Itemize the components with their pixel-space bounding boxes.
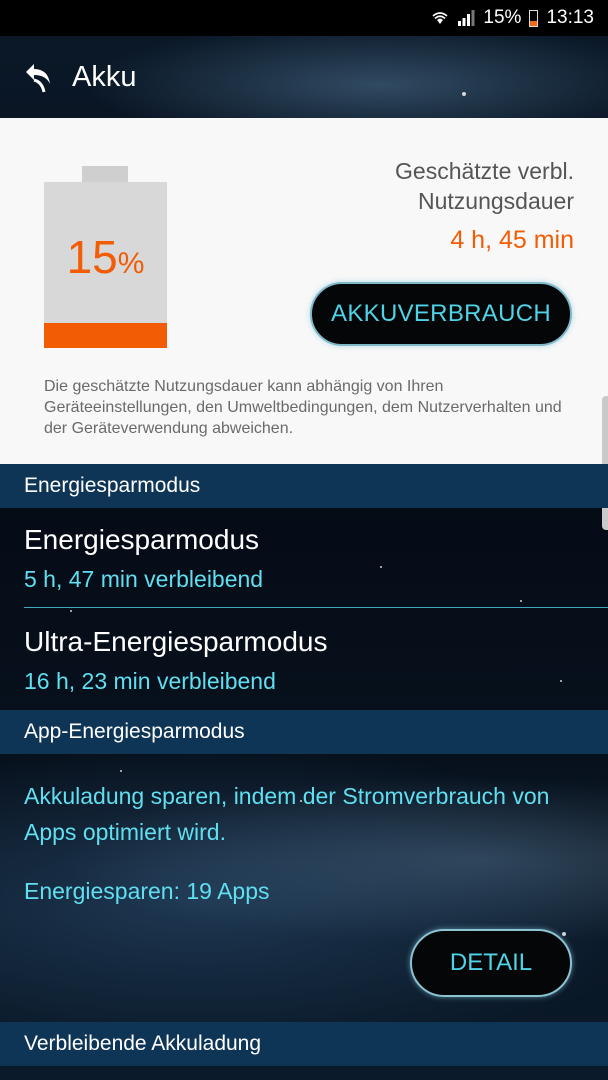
list-item-title: Ultra-Energiesparmodus: [24, 626, 328, 657]
battery-status-card: 15% Geschätzte verbl. Nutzungsdauer 4 h,…: [0, 118, 608, 464]
app-power-saving-description: Akkuladung sparen, indem der Stromverbra…: [24, 783, 550, 845]
detail-button[interactable]: DETAIL: [410, 929, 572, 997]
estimate-value: 4 h, 45 min: [450, 226, 574, 254]
back-arrow-icon[interactable]: [20, 60, 54, 94]
section-header-remaining-charge: Verbleibende Akkuladung: [0, 1022, 608, 1066]
edge-panel-handle[interactable]: [602, 396, 608, 530]
section-header-app-power-saving: App-Energiesparmodus: [0, 710, 608, 754]
list-item-title: Energiesparmodus: [24, 524, 260, 555]
app-header: Akku: [0, 36, 608, 118]
battery-level-graphic: 15%: [44, 166, 167, 348]
battery-icon: [529, 9, 539, 27]
section-header-power-saving: Energiesparmodus: [0, 464, 608, 508]
disclaimer-text: Die geschätzte Nutzungsdauer kann abhäng…: [44, 378, 562, 437]
page-title: Akku: [72, 60, 137, 93]
estimate-label: Geschätzte verbl. Nutzungsdauer: [395, 158, 574, 214]
battery-usage-button[interactable]: AKKUVERBRAUCH: [310, 282, 572, 346]
status-bar: 15% 13:13: [0, 0, 608, 36]
wifi-icon: [432, 12, 448, 24]
divider: [24, 607, 608, 608]
status-battery-percent: 15%: [483, 7, 522, 28]
app-power-saving-count: Energiesparen: 19 Apps: [24, 878, 270, 904]
list-item-subtitle: 16 h, 23 min verbleibend: [24, 668, 276, 694]
list-item-subtitle: 5 h, 47 min verbleibend: [24, 566, 264, 592]
status-time: 13:13: [546, 7, 594, 28]
battery-level-fill: [44, 323, 167, 348]
signal-icon: [458, 10, 475, 26]
battery-percent: 15%: [66, 231, 145, 283]
